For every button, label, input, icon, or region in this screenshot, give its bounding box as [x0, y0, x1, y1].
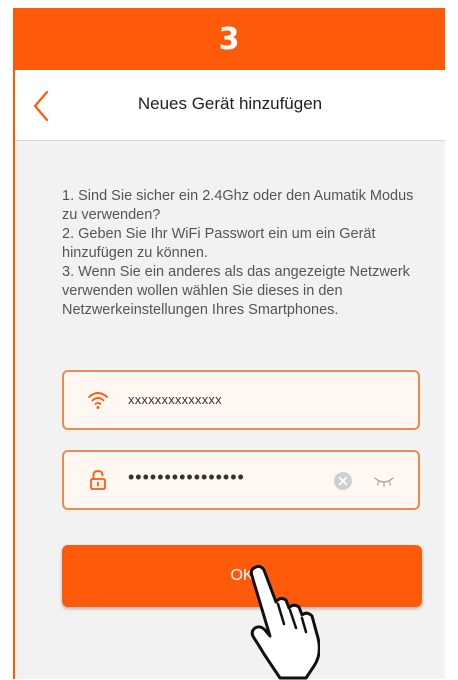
instruction-line: 3. Wenn Sie ein anderes als das angezeig… — [62, 264, 410, 318]
instruction-line: 1. Sind Sie sicher ein 2.4Ghz oder den A… — [62, 188, 414, 223]
content-area: 1. Sind Sie sicher ein 2.4Ghz oder den A… — [15, 141, 445, 679]
header-bar: Neues Gerät hinzufügen — [15, 70, 445, 141]
clear-icon[interactable] — [334, 472, 352, 490]
eye-closed-icon[interactable] — [373, 474, 395, 488]
wifi-password-field[interactable]: •••••••••••••••• — [62, 450, 420, 510]
instructions-text: 1. Sind Sie sicher ein 2.4Ghz oder den A… — [62, 187, 432, 320]
wifi-password-value: •••••••••••••••• — [128, 467, 245, 487]
hand-pointer-icon — [249, 564, 320, 680]
page-title: Neues Gerät hinzufügen — [137, 94, 323, 113]
wifi-ssid-value: xxxxxxxxxxxxxx — [128, 392, 222, 407]
app-frame: 3 Neues Gerät hinzufügen 1. Sind Sie sic… — [13, 8, 445, 679]
wifi-ssid-field[interactable]: xxxxxxxxxxxxxx — [62, 370, 420, 430]
wifi-icon — [88, 392, 108, 409]
instruction-line: 2. Geben Sie Ihr WiFi Passwort ein um ei… — [62, 226, 376, 261]
lock-icon — [90, 470, 106, 490]
step-banner: 3 — [13, 8, 445, 70]
step-number: 3 — [218, 21, 240, 57]
